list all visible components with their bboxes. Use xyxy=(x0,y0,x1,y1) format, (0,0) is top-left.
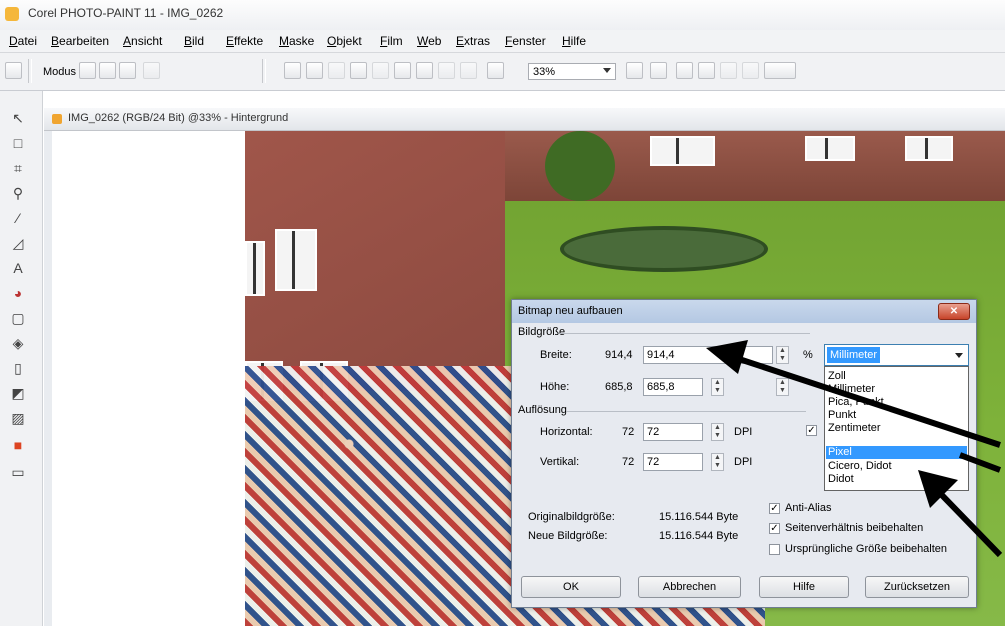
annotation-arrows xyxy=(706,340,1003,558)
arrow-to-width-input xyxy=(706,340,1001,448)
arrow-edge xyxy=(958,452,1002,473)
arrow-to-pixel-option xyxy=(918,470,1003,558)
